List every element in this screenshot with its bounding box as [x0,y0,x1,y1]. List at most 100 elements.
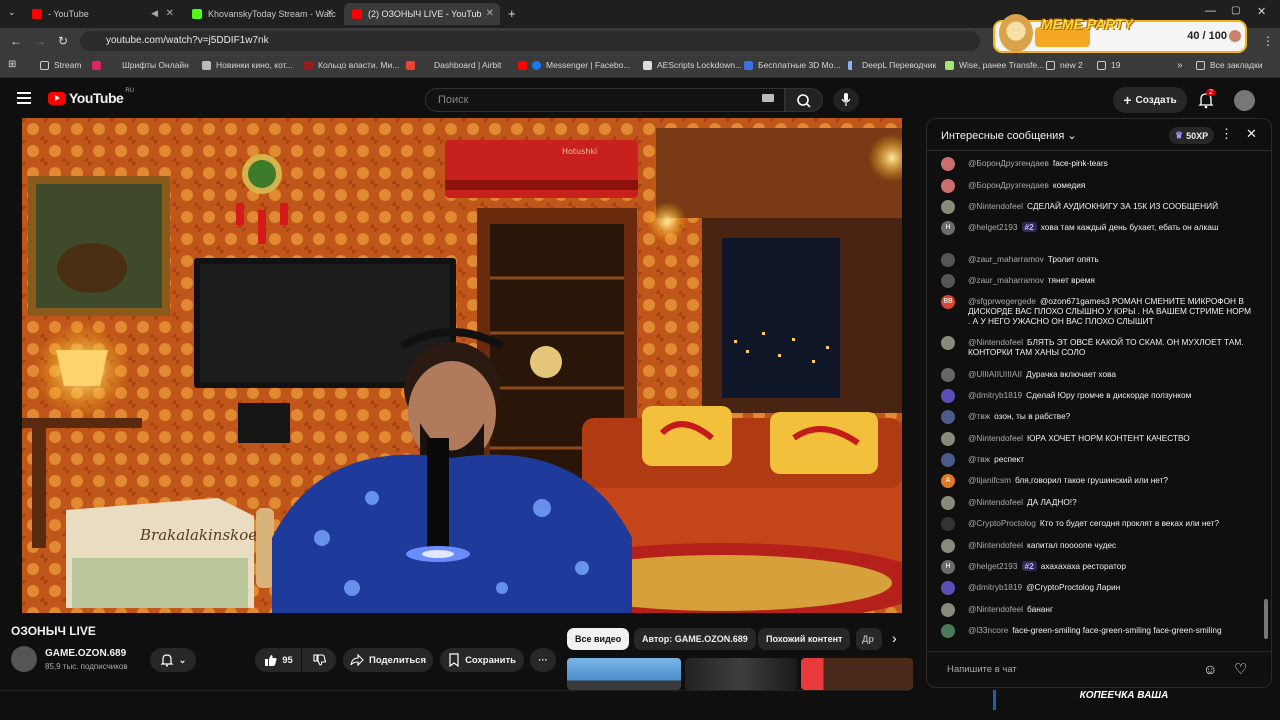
voice-search-button[interactable] [833,88,859,112]
chip-related[interactable]: Похожий контент [758,628,851,650]
chat-author[interactable]: @tijanifcsm [968,475,1011,485]
close-tab-icon[interactable]: ✕ [486,8,494,19]
chip-author[interactable]: Автор: GAME.OZON.689 [634,628,756,650]
bookmark-item[interactable]: Шрифты Онлайн [92,60,189,70]
chat-author[interactable]: @sfgprwegergede [968,296,1036,306]
chat-author[interactable]: @zaur_maharramov [968,254,1044,264]
video-thumbnail[interactable] [801,658,913,690]
close-tab-icon[interactable]: ✕ [326,8,334,19]
share-button[interactable]: Поделиться [343,648,433,672]
bookmark-item[interactable]: Messenger | Facebo... [518,60,630,70]
account-avatar[interactable] [1234,90,1255,111]
browser-menu-icon[interactable]: ⋮ [1262,34,1274,48]
chat-scrollbar[interactable] [1264,159,1268,639]
chat-avatar[interactable]: H [941,221,955,235]
chat-author[interactable]: @UlIIAIIUIIIAII [968,369,1022,379]
dislike-button[interactable] [302,648,336,672]
chat-avatar[interactable] [941,157,955,171]
chat-avatar[interactable] [941,496,955,510]
menu-icon[interactable] [17,92,31,107]
bookmark-item[interactable]: Dashboard | Airbit [406,60,501,70]
chat-avatar[interactable] [941,389,955,403]
chat-avatar[interactable] [941,624,955,638]
chat-avatar[interactable] [941,410,955,424]
bookmark-item[interactable]: Wise, ранее Transfe... [945,60,1044,70]
chat-author[interactable]: @helget2193 [968,561,1018,571]
chip-all-videos[interactable]: Все видео [567,628,630,650]
bookmark-item[interactable]: Кольцо власти. Ми... [304,60,399,70]
chat-author[interactable]: @Nintendofeel [968,497,1023,507]
chat-input-field[interactable]: Напишите в чат [947,664,1017,675]
chat-avatar[interactable]: A [941,474,955,488]
chat-author[interactable]: @Nintendofeel [968,540,1023,550]
bookmark-item[interactable]: Бесплатные 3D Mo... [744,60,841,70]
forward-icon[interactable]: → [34,34,46,48]
chat-avatar[interactable] [941,581,955,595]
maximize-icon[interactable]: ▢ [1231,5,1240,16]
video-player[interactable]: Hotushki Brakalakinskoe [22,118,902,613]
chat-author[interactable]: @Nintendofeel [968,201,1023,211]
xp-badge[interactable]: ♛ 50XP [1169,127,1215,144]
more-actions-button[interactable]: ··· [530,648,556,672]
url-field[interactable]: youtube.com/watch?v=j5DDIF1w7nk [80,31,980,51]
video-thumbnail[interactable] [567,658,681,690]
chat-author[interactable]: @БоронДрузгендаев [968,158,1049,168]
chat-avatar[interactable] [941,453,955,467]
chat-avatar[interactable] [941,539,955,553]
youtube-logo[interactable]: YouTube RU [48,88,134,106]
bookmark-item[interactable]: Новинки кино, кот... [202,60,293,70]
channel-avatar[interactable] [11,646,37,672]
video-thumbnail[interactable] [685,658,797,690]
all-bookmarks[interactable]: Все закладки [1196,60,1263,70]
chat-author[interactable]: @zaur_maharramov [968,275,1044,285]
chat-avatar[interactable] [941,517,955,531]
chat-author[interactable]: @dmitryb1819 [968,582,1022,592]
chat-avatar[interactable]: H [941,560,955,574]
apps-grid-icon[interactable]: ⊞ [8,59,16,70]
reload-icon[interactable]: ↻ [58,34,68,48]
chat-author[interactable]: @CryptoProctolog [968,518,1036,528]
tab-search-icon[interactable]: ⌄ [8,7,16,18]
minimize-icon[interactable]: — [1205,5,1216,17]
meme-party-widget[interactable]: MEME PARTY 40 / 100 [993,14,1247,53]
chat-mode-dropdown[interactable]: Интересные сообщения ⌄ [941,129,1077,142]
search-button[interactable] [785,88,823,112]
channel-name[interactable]: GAME.OZON.689 [45,648,126,659]
back-icon[interactable]: ← [10,34,22,48]
bookmark-item[interactable]: AEScripts Lockdown... [643,60,742,70]
create-button[interactable]: + Создать [1113,87,1187,113]
chat-author[interactable]: @твж [968,411,990,421]
chip-other[interactable]: Др [856,628,882,650]
subscription-bell-button[interactable]: ⌄ [150,648,196,672]
close-window-icon[interactable]: ✕ [1257,5,1266,18]
search-input[interactable]: Поиск [425,88,785,112]
chat-avatar[interactable]: BB [941,295,955,309]
keyboard-icon[interactable] [762,94,774,102]
chat-author[interactable]: @БоронДрузгендаев [968,180,1049,190]
chat-author[interactable]: @dmitryb1819 [968,390,1022,400]
bookmark-item[interactable]: 19 [1097,60,1120,70]
chat-author[interactable]: @l33ncore [968,625,1008,635]
chat-author[interactable]: @Nintendofeel [968,604,1023,614]
chat-avatar[interactable] [941,336,955,350]
chevron-right-icon[interactable]: › [892,630,897,646]
browser-tab-2[interactable]: KhovanskyToday Stream - Watc ✕ [184,3,340,25]
emoji-icon[interactable]: ☺ [1203,661,1217,677]
new-tab-icon[interactable]: + [508,6,516,21]
chat-author[interactable]: @Nintendofeel [968,337,1023,347]
chat-avatar[interactable] [941,603,955,617]
chat-avatar[interactable] [941,179,955,193]
like-button[interactable]: 95 [255,648,301,672]
scrollbar-thumb[interactable] [1264,599,1268,639]
chat-author[interactable]: @helget2193 [968,222,1018,232]
chat-author[interactable]: @Nintendofeel [968,433,1023,443]
speaker-icon[interactable]: ◀︎ [151,8,158,19]
chat-avatar[interactable] [941,200,955,214]
chat-author[interactable]: @твж [968,454,990,464]
browser-tab-1[interactable]: - YouTube ◀︎ ✕ [24,3,180,25]
more-bookmarks-icon[interactable]: » [1177,60,1183,71]
browser-tab-3[interactable]: (2) ОЗОНЫЧ LIVE - YouTub ✕ [344,3,500,25]
chat-avatar[interactable] [941,253,955,267]
chat-more-icon[interactable]: ⋮ [1220,126,1233,142]
chat-avatar[interactable] [941,274,955,288]
